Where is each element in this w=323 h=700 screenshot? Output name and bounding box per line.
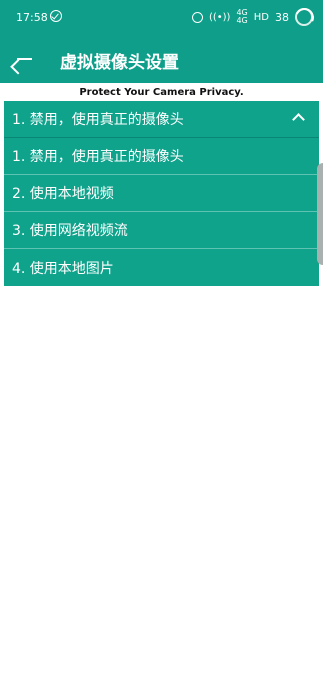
chevron-up-icon[interactable] [292, 113, 305, 126]
camera-mode-select[interactable]: 1. 禁用，使用真正的摄像头 [4, 101, 319, 138]
alarm-icon [191, 11, 203, 23]
select-current-value: 1. 禁用，使用真正的摄像头 [12, 112, 184, 128]
app-bar: 虚拟摄像头设置 [0, 36, 323, 83]
option-disable-real-camera[interactable]: 1. 禁用，使用真正的摄像头 [4, 138, 319, 175]
network-indicator: 4G 4G [236, 9, 247, 25]
status-bar: 17:58 ((•)) 4G 4G HD 38 [0, 0, 323, 36]
battery-ring-icon [295, 8, 313, 26]
option-local-video[interactable]: 2. 使用本地视频 [4, 175, 319, 212]
option-local-image[interactable]: 4. 使用本地图片 [4, 249, 319, 286]
option-network-stream[interactable]: 3. 使用网络视频流 [4, 212, 319, 249]
back-arrow-icon[interactable] [14, 49, 34, 69]
status-time: 17:58 [16, 11, 48, 24]
network-bottom-label: 4G [236, 16, 248, 25]
privacy-banner: Protect Your Camera Privacy. [79, 87, 244, 98]
page-title: 虚拟摄像头设置 [60, 53, 179, 73]
hotspot-icon: ((•)) [208, 11, 231, 23]
check-circle-icon [50, 10, 62, 22]
battery-level: 38 [275, 10, 289, 24]
status-right: ((•)) 4G 4G HD 38 [191, 8, 313, 26]
hd-label: HD [253, 11, 269, 23]
edge-panel-handle[interactable] [317, 163, 323, 265]
camera-mode-dropdown: 1. 禁用，使用真正的摄像头 2. 使用本地视频 3. 使用网络视频流 4. 使… [4, 138, 319, 286]
